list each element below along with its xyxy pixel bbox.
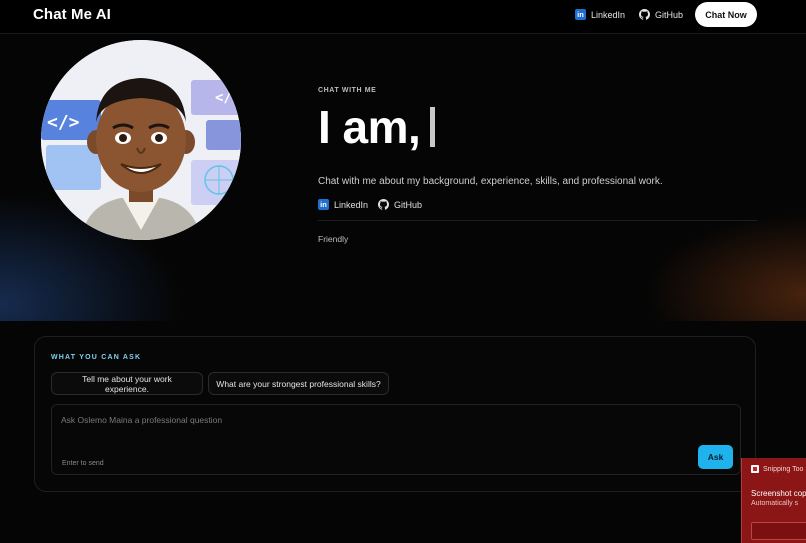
- question-input[interactable]: [61, 415, 661, 445]
- suggestion-chip[interactable]: What are your strongest professional ski…: [208, 372, 389, 395]
- send-hint: Enter to send: [62, 460, 104, 467]
- snipping-tool-icon: [751, 465, 759, 473]
- chat-now-button[interactable]: Chat Now: [695, 2, 757, 27]
- ask-panel: WHAT YOU CAN ASK Tell me about your work…: [34, 336, 756, 492]
- github-icon: [378, 199, 389, 210]
- hero-linkedin-label: LinkedIn: [334, 199, 369, 210]
- notification-app-name: Snipping Too: [763, 465, 804, 473]
- hero-headline-text: I am,: [318, 101, 421, 153]
- hero-github-link[interactable]: GitHub: [378, 199, 422, 210]
- nav-linkedin-label: LinkedIn: [591, 9, 626, 20]
- hero-section: </> </ CHAT WITH ME I am, Chat with me a…: [0, 34, 806, 321]
- hero-tagline: Chat with me about my background, experi…: [318, 176, 663, 187]
- brand-logo-text[interactable]: Chat Me AI: [33, 6, 111, 23]
- github-icon: [639, 9, 650, 20]
- svg-text:</: </: [215, 90, 232, 106]
- hero-linkedin-link[interactable]: in LinkedIn: [318, 199, 368, 210]
- suggestion-chip[interactable]: Tell me about your work experience.: [51, 372, 203, 395]
- notification-title: Screenshot cop: [751, 489, 806, 498]
- snipping-tool-notification[interactable]: Snipping Too Screenshot cop Automaticall…: [741, 458, 806, 543]
- notification-action-button[interactable]: [751, 522, 806, 540]
- linkedin-icon: in: [318, 199, 329, 210]
- avatar-illustration: </> </: [41, 40, 241, 240]
- nav-github-link[interactable]: GitHub: [639, 9, 683, 20]
- hero-github-label: GitHub: [394, 199, 423, 210]
- hero-eyebrow: CHAT WITH ME: [318, 87, 377, 94]
- question-input-box: Enter to send Ask: [51, 404, 741, 475]
- hero-headline: I am,: [318, 100, 436, 154]
- linkedin-icon: in: [575, 9, 586, 20]
- typing-cursor: [430, 107, 436, 147]
- nav-linkedin-link[interactable]: in LinkedIn: [575, 9, 625, 20]
- notification-header: Snipping Too: [751, 465, 803, 473]
- avatar: </> </: [41, 40, 241, 240]
- nav-github-label: GitHub: [655, 9, 684, 20]
- top-nav: Chat Me AI in LinkedIn GitHub Chat Now: [0, 0, 806, 34]
- ask-button[interactable]: Ask: [698, 445, 733, 469]
- hero-divider: [318, 220, 757, 221]
- notification-body: Automatically s: [751, 500, 799, 507]
- ask-panel-title: WHAT YOU CAN ASK: [51, 354, 142, 361]
- svg-text:</>: </>: [47, 112, 80, 133]
- persona-mode: Friendly: [318, 234, 349, 244]
